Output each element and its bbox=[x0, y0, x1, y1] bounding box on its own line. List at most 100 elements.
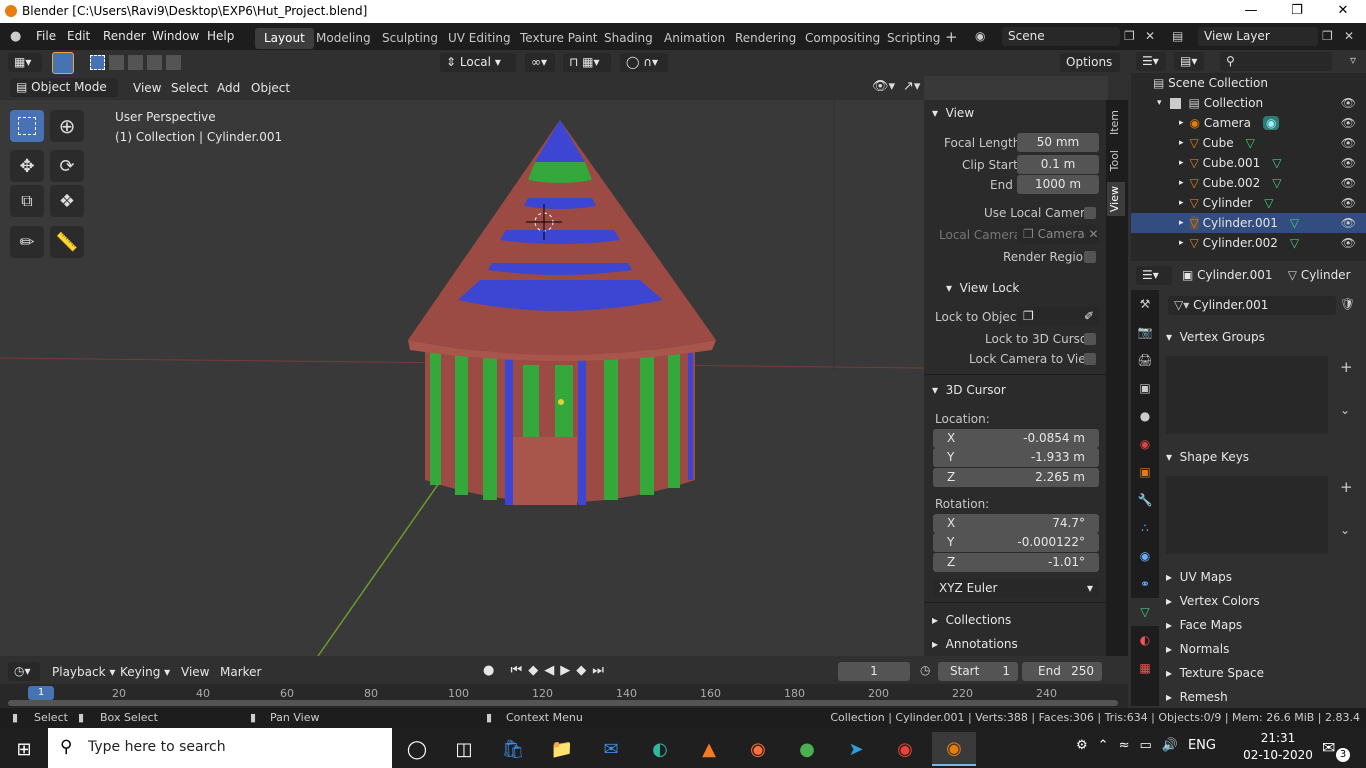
brave-icon[interactable]: ▲ bbox=[687, 732, 731, 766]
particles-tab-icon[interactable]: ∴ bbox=[1131, 514, 1159, 542]
timeline-menu-keying[interactable]: Keying ▾ bbox=[120, 665, 170, 679]
menu-window[interactable]: Window bbox=[152, 29, 199, 43]
timeline-scrollbar[interactable] bbox=[8, 700, 1118, 706]
rotation-mode-dropdown[interactable]: XYZ Euler ▾ bbox=[933, 579, 1099, 598]
eyedropper-icon[interactable]: ✐ bbox=[1084, 307, 1099, 326]
clock-icon[interactable]: ◷ bbox=[920, 663, 930, 677]
close-button[interactable]: ✕ bbox=[1320, 0, 1366, 23]
texture-tab-icon[interactable]: ▦ bbox=[1131, 654, 1159, 682]
cursor-loc-z-field[interactable]: Z 2.265 m bbox=[933, 468, 1099, 487]
shape-keys-list[interactable] bbox=[1166, 476, 1328, 554]
constraints-tab-icon[interactable]: ⚭ bbox=[1131, 570, 1159, 598]
properties-editor-type[interactable]: ☰▾ bbox=[1136, 266, 1172, 285]
new-scene-icon[interactable]: ❐ bbox=[1124, 29, 1135, 43]
tab-layout[interactable]: Layout bbox=[255, 28, 314, 49]
world-tab-icon[interactable]: ◉ bbox=[1131, 430, 1159, 458]
3d-viewport[interactable]: User Perspective (1) Collection | Cylind… bbox=[0, 100, 924, 656]
task-view-icon[interactable]: ◫ bbox=[442, 732, 486, 766]
material-tab-icon[interactable]: ◐ bbox=[1131, 626, 1159, 654]
tab-compositing[interactable]: Compositing bbox=[796, 28, 889, 49]
rotate-tool[interactable]: ⟳ bbox=[50, 150, 84, 182]
eye-icon[interactable]: 👁 bbox=[1341, 116, 1356, 130]
add-workspace-icon[interactable]: + bbox=[945, 28, 958, 46]
cursor-rot-x-field[interactable]: X 74.7° bbox=[933, 514, 1099, 533]
app-globe-icon[interactable]: ● bbox=[785, 732, 829, 766]
scale-tool[interactable]: ⧉ bbox=[10, 185, 44, 217]
editor-type-button[interactable]: ▦▾ bbox=[8, 53, 42, 72]
notifications-icon[interactable]: ✉ bbox=[1322, 738, 1335, 757]
blender-taskbar-icon[interactable]: ◉ bbox=[932, 732, 976, 766]
mail-icon[interactable]: ✉ bbox=[589, 732, 633, 766]
eye-icon[interactable]: 👁 bbox=[1341, 176, 1356, 190]
tab-shading[interactable]: Shading bbox=[595, 28, 662, 49]
outliner-item-camera[interactable]: ▸ ◉ Camera ◉ 👁 bbox=[1131, 113, 1366, 133]
tab-rendering[interactable]: Rendering bbox=[726, 28, 805, 49]
object-tab-icon[interactable]: ▣ bbox=[1131, 458, 1159, 486]
menu-file[interactable]: File bbox=[36, 29, 56, 43]
scene-icon[interactable]: ◉ bbox=[975, 29, 985, 43]
pivot-point-dropdown[interactable]: ∞▾ bbox=[525, 53, 555, 72]
start-frame-field[interactable]: Start 1 bbox=[938, 662, 1018, 681]
local-camera-field[interactable]: ❐ Camera ✕ bbox=[1017, 225, 1099, 244]
language-indicator[interactable]: ENG bbox=[1188, 738, 1216, 753]
cursor-rot-y-field[interactable]: Y -0.000122° bbox=[933, 533, 1099, 552]
remesh-header[interactable]: ▸ Remesh bbox=[1166, 690, 1228, 704]
vertex-group-menu-icon[interactable]: ⌄ bbox=[1340, 403, 1350, 417]
move-tool[interactable]: ✥ bbox=[10, 150, 44, 182]
end-frame-field[interactable]: End 250 bbox=[1022, 662, 1102, 681]
outliner-item-cylinder[interactable]: ▸ ▽ Cylinder ▽ 👁 bbox=[1131, 193, 1366, 213]
store-icon[interactable]: 🛍 bbox=[491, 732, 535, 766]
clock-time[interactable]: 21:31 bbox=[1250, 731, 1306, 745]
tab-view[interactable]: View bbox=[1108, 186, 1121, 212]
jump-start-icon[interactable]: ⏮ bbox=[510, 663, 522, 678]
add-shape-key-icon[interactable]: + bbox=[1340, 478, 1353, 496]
menu-render[interactable]: Render bbox=[103, 29, 146, 43]
maximize-button[interactable]: ❐ bbox=[1274, 0, 1320, 23]
outliner-editor-type[interactable]: ☰▾ bbox=[1136, 52, 1166, 71]
view-section-header[interactable]: ▾ View bbox=[932, 106, 974, 120]
clip-start-field[interactable]: 0.1 m bbox=[1017, 155, 1099, 174]
timeline-menu-view[interactable]: View bbox=[181, 665, 209, 679]
tab-animation[interactable]: Animation bbox=[655, 28, 734, 49]
eye-icon[interactable]: 👁 bbox=[1341, 136, 1356, 150]
timeline-editor-type[interactable]: ◷▾ bbox=[8, 662, 40, 681]
viewport-menu-select[interactable]: Select bbox=[171, 81, 208, 95]
eye-icon[interactable]: 👁 bbox=[1341, 216, 1356, 230]
select-new-icon[interactable] bbox=[90, 55, 105, 70]
cursor-tool[interactable]: ⊕ bbox=[50, 110, 84, 142]
play-reverse-icon[interactable]: ◀ bbox=[544, 663, 554, 678]
options-dropdown[interactable]: Options ▾ bbox=[1060, 53, 1120, 88]
transform-orientation-dropdown[interactable]: ⇕ Local ▾ bbox=[440, 53, 516, 72]
eye-icon[interactable]: 👁 bbox=[1341, 236, 1356, 250]
tab-modeling[interactable]: Modeling bbox=[307, 28, 380, 49]
viewport-menu-object[interactable]: Object bbox=[251, 81, 290, 95]
outliner-scene-collection[interactable]: ▤ Scene Collection bbox=[1131, 73, 1366, 93]
normals-header[interactable]: ▸ Normals bbox=[1166, 642, 1229, 656]
fake-user-icon[interactable]: 🛡 bbox=[1340, 297, 1355, 311]
render-region-checkbox[interactable] bbox=[1084, 251, 1096, 263]
expand-icon[interactable]: ▸ bbox=[1179, 118, 1184, 128]
file-explorer-icon[interactable]: 📁 bbox=[540, 732, 584, 766]
select-extend-icon[interactable] bbox=[109, 55, 124, 70]
battery-icon[interactable]: ▭ bbox=[1139, 738, 1151, 753]
tab-uv-editing[interactable]: UV Editing bbox=[439, 28, 520, 49]
volume-icon[interactable]: 🔊 bbox=[1162, 738, 1178, 753]
lock-cursor-checkbox[interactable] bbox=[1084, 333, 1096, 345]
tab-sculpting[interactable]: Sculpting bbox=[373, 28, 447, 49]
viewport-menu-add[interactable]: Add bbox=[217, 81, 240, 95]
timeline-menu-playback[interactable]: Playback ▾ bbox=[52, 665, 115, 679]
view-layer-tab-icon[interactable]: ▣ bbox=[1131, 374, 1159, 402]
clip-end-field[interactable]: 1000 m bbox=[1017, 175, 1099, 194]
menu-edit[interactable]: Edit bbox=[67, 29, 90, 43]
tab-scripting[interactable]: Scripting bbox=[878, 28, 949, 49]
taskbar-search-input[interactable]: ⚲ Type here to search bbox=[48, 728, 392, 768]
eye-icon[interactable]: 👁 bbox=[1341, 196, 1356, 210]
expand-icon[interactable]: ▾ bbox=[1157, 98, 1162, 108]
render-tab-icon[interactable]: 📷 bbox=[1131, 318, 1159, 346]
view-layer-field[interactable]: View Layer bbox=[1198, 27, 1318, 46]
expand-icon[interactable]: ▸ bbox=[1179, 238, 1184, 248]
select-invert-icon[interactable] bbox=[147, 55, 162, 70]
lock-camera-checkbox[interactable] bbox=[1084, 353, 1096, 365]
edge-icon[interactable]: ◐ bbox=[638, 732, 682, 766]
display-mode-dropdown[interactable]: ▤▾ bbox=[1174, 52, 1204, 71]
